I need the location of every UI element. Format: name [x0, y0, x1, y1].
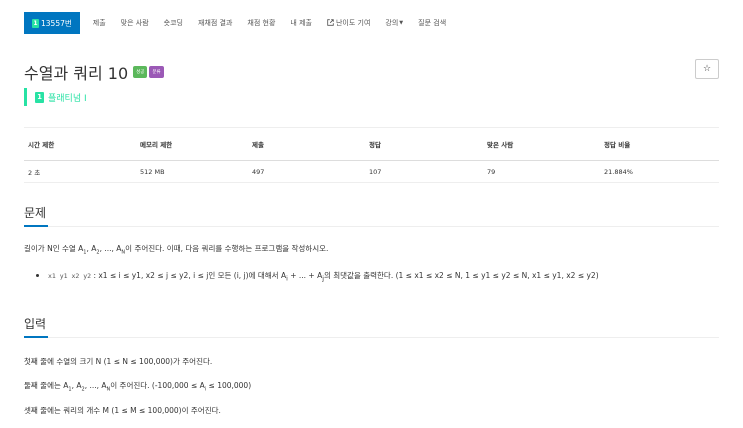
input-text: 둘째 줄에는 A: [24, 381, 69, 390]
nav-problem-number[interactable]: 1 13557번: [24, 12, 80, 34]
problem-nav: 1 13557번 제출 맞은 사람 숏코딩 재채점 결과 채점 현황 내 제출 …: [24, 12, 461, 34]
nav-lecture-label: 강의: [385, 19, 399, 27]
nav-lecture-dropdown[interactable]: 강의 ▼: [385, 18, 403, 28]
nav-my-submissions[interactable]: 내 제출: [290, 18, 312, 28]
problem-title: 수열과 쿼리 10: [24, 64, 129, 83]
cell-accepted-users: 79: [483, 160, 600, 183]
nav-difficulty-label: 난이도 기여: [335, 19, 371, 27]
platinum-tier-icon: 1: [32, 18, 39, 28]
problem-description: 길이가 N인 수열 A1, A2, ..., AN이 주어진다. 이때, 다음 …: [24, 243, 328, 256]
input-line-3: 셋째 줄에는 쿼리의 개수 M (1 ≤ M ≤ 100,000)이 주어진다.: [24, 406, 221, 415]
cell-accepted: 107: [365, 160, 483, 183]
table-row: 2 초 512 MB 497 107 79 21.884%: [24, 160, 719, 183]
tier-indicator: 1 플래티넘 I: [24, 88, 87, 106]
nav-short-coding[interactable]: 숏코딩: [164, 18, 183, 28]
header-accepted-users: 맞은 사람: [483, 127, 600, 161]
problem-title-row: 수열과 쿼리 10 성공 분류: [24, 60, 166, 84]
favorite-star-button[interactable]: ☆: [695, 59, 719, 79]
success-label: 성공: [133, 66, 148, 78]
header-time-limit: 시간 제한: [24, 127, 136, 161]
input-text: ≤ 100,000): [206, 381, 252, 390]
nav-difficulty-contribution[interactable]: 난이도 기여: [327, 18, 370, 28]
bullet-point: [36, 274, 39, 277]
header-submissions: 제출: [248, 127, 365, 161]
section-title-input: 입력: [24, 317, 47, 331]
cell-accept-ratio: 21.884%: [600, 160, 719, 183]
nav-submit[interactable]: 제출: [93, 18, 106, 28]
problem-text: 이 주어진다. 이때, 다음 쿼리를 수행하는 프로그램을 작성하시오.: [125, 244, 329, 253]
input-line-1: 첫째 줄에 수열의 크기 N (1 ≤ N ≤ 100,000)가 주어진다.: [24, 357, 213, 366]
problem-info-table: 시간 제한 메모리 제한 제출 정답 맞은 사람 정답 비율 2 초 512 M…: [24, 127, 719, 183]
header-accepted: 정답: [365, 127, 483, 161]
tier-label: 플래티넘 I: [48, 93, 87, 104]
problem-text: , ..., A: [99, 244, 122, 253]
platinum-tier-icon: 1: [35, 91, 44, 103]
header-memory-limit: 메모리 제한: [136, 127, 248, 161]
section-divider: [24, 226, 719, 227]
input-text: , ..., A: [84, 381, 107, 390]
header-accept-ratio: 정답 비율: [600, 127, 719, 161]
section-underline: [24, 336, 48, 338]
input-text: 이 주어진다. (-100,000 ≤ A: [110, 381, 205, 390]
section-divider: [24, 337, 719, 338]
section-underline: [24, 225, 48, 227]
nav-problem-number-label: 13557번: [41, 18, 72, 28]
problem-text: , A: [86, 244, 97, 253]
nav-rejudge-results[interactable]: 재채점 결과: [198, 18, 232, 28]
query-code: x1 y1 x2 y2: [48, 272, 92, 280]
cell-memory-limit: 512 MB: [136, 160, 248, 183]
nav-question-search[interactable]: 질문 검색: [418, 18, 446, 28]
query-text: : x1 ≤ i ≤ y1, x2 ≤ j ≤ y2, i ≤ j인 모든 (i…: [93, 271, 287, 280]
nav-accepted-users[interactable]: 맞은 사람: [121, 18, 149, 28]
input-text: , A: [71, 381, 82, 390]
category-label[interactable]: 분류: [149, 66, 164, 78]
caret-down-icon: ▼: [399, 20, 404, 26]
cell-time-limit: 2 초: [24, 160, 136, 183]
query-description: x1 y1 x2 y2 : x1 ≤ i ≤ y1, x2 ≤ j ≤ y2, …: [48, 265, 716, 290]
external-link-icon: [327, 18, 334, 28]
query-text: + ... + A: [287, 271, 323, 280]
star-icon: ☆: [702, 64, 712, 74]
nav-judge-status[interactable]: 채점 현황: [247, 18, 275, 28]
section-title-problem: 문제: [24, 206, 47, 220]
table-header-row: 시간 제한 메모리 제한 제출 정답 맞은 사람 정답 비율: [24, 127, 719, 161]
query-text: 의 최댓값을 출력한다. (1 ≤ x1 ≤ x2 ≤ N, 1 ≤ y1 ≤ …: [323, 271, 599, 280]
input-line-2: 둘째 줄에는 A1, A2, ..., AN이 주어진다. (-100,000 …: [24, 380, 251, 393]
problem-text: 길이가 N인 수열 A: [24, 244, 84, 253]
cell-submissions: 497: [248, 160, 365, 183]
